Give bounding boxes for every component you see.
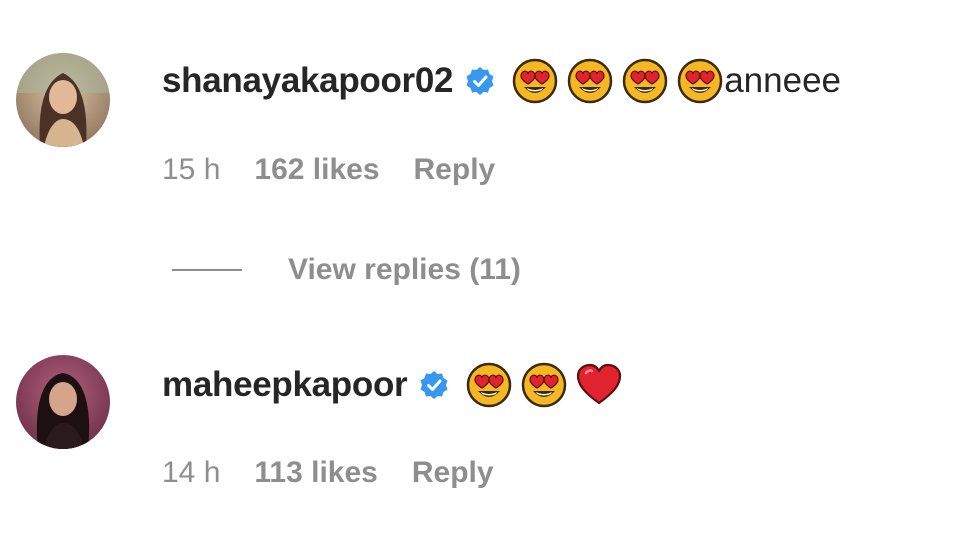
view-replies-divider [172, 269, 242, 271]
view-replies-label: View replies (11) [288, 253, 521, 286]
username-link[interactable]: maheepkapoor [162, 365, 408, 405]
reply-button[interactable]: Reply [412, 456, 494, 490]
comment-timestamp[interactable]: 14 h [162, 456, 220, 490]
red-heart-emoji-icon [575, 361, 623, 409]
avatar[interactable] [16, 355, 110, 449]
comment-main-line: shanayakapoor02 anneee [162, 56, 841, 106]
view-replies-button[interactable]: View replies (11) [172, 250, 521, 290]
comment-main-line: maheepkapoor [162, 360, 622, 410]
reply-button[interactable]: Reply [414, 153, 496, 187]
heart-eyes-emoji-icon [465, 361, 513, 409]
heart-eyes-emoji-icon [566, 57, 614, 105]
likes-count-button[interactable]: 113 likes [254, 456, 377, 490]
heart-eyes-emoji-icon [520, 361, 568, 409]
verified-badge-icon [465, 66, 495, 96]
heart-eyes-emoji-icon [511, 57, 559, 105]
heart-eyes-emoji-icon [621, 57, 669, 105]
username-link[interactable]: shanayakapoor02 [162, 61, 454, 101]
avatar-image [16, 53, 110, 147]
avatar[interactable] [16, 53, 110, 147]
comment-meta: 15 h 162 likes Reply [162, 150, 495, 190]
avatar-image [16, 355, 110, 449]
verified-badge-icon [419, 370, 449, 400]
comment-meta: 14 h 113 likes Reply [162, 453, 494, 493]
comment-text: anneee [724, 61, 842, 100]
heart-eyes-emoji-icon [676, 57, 724, 105]
comment-timestamp[interactable]: 15 h [162, 153, 220, 187]
likes-count-button[interactable]: 162 likes [254, 153, 379, 187]
